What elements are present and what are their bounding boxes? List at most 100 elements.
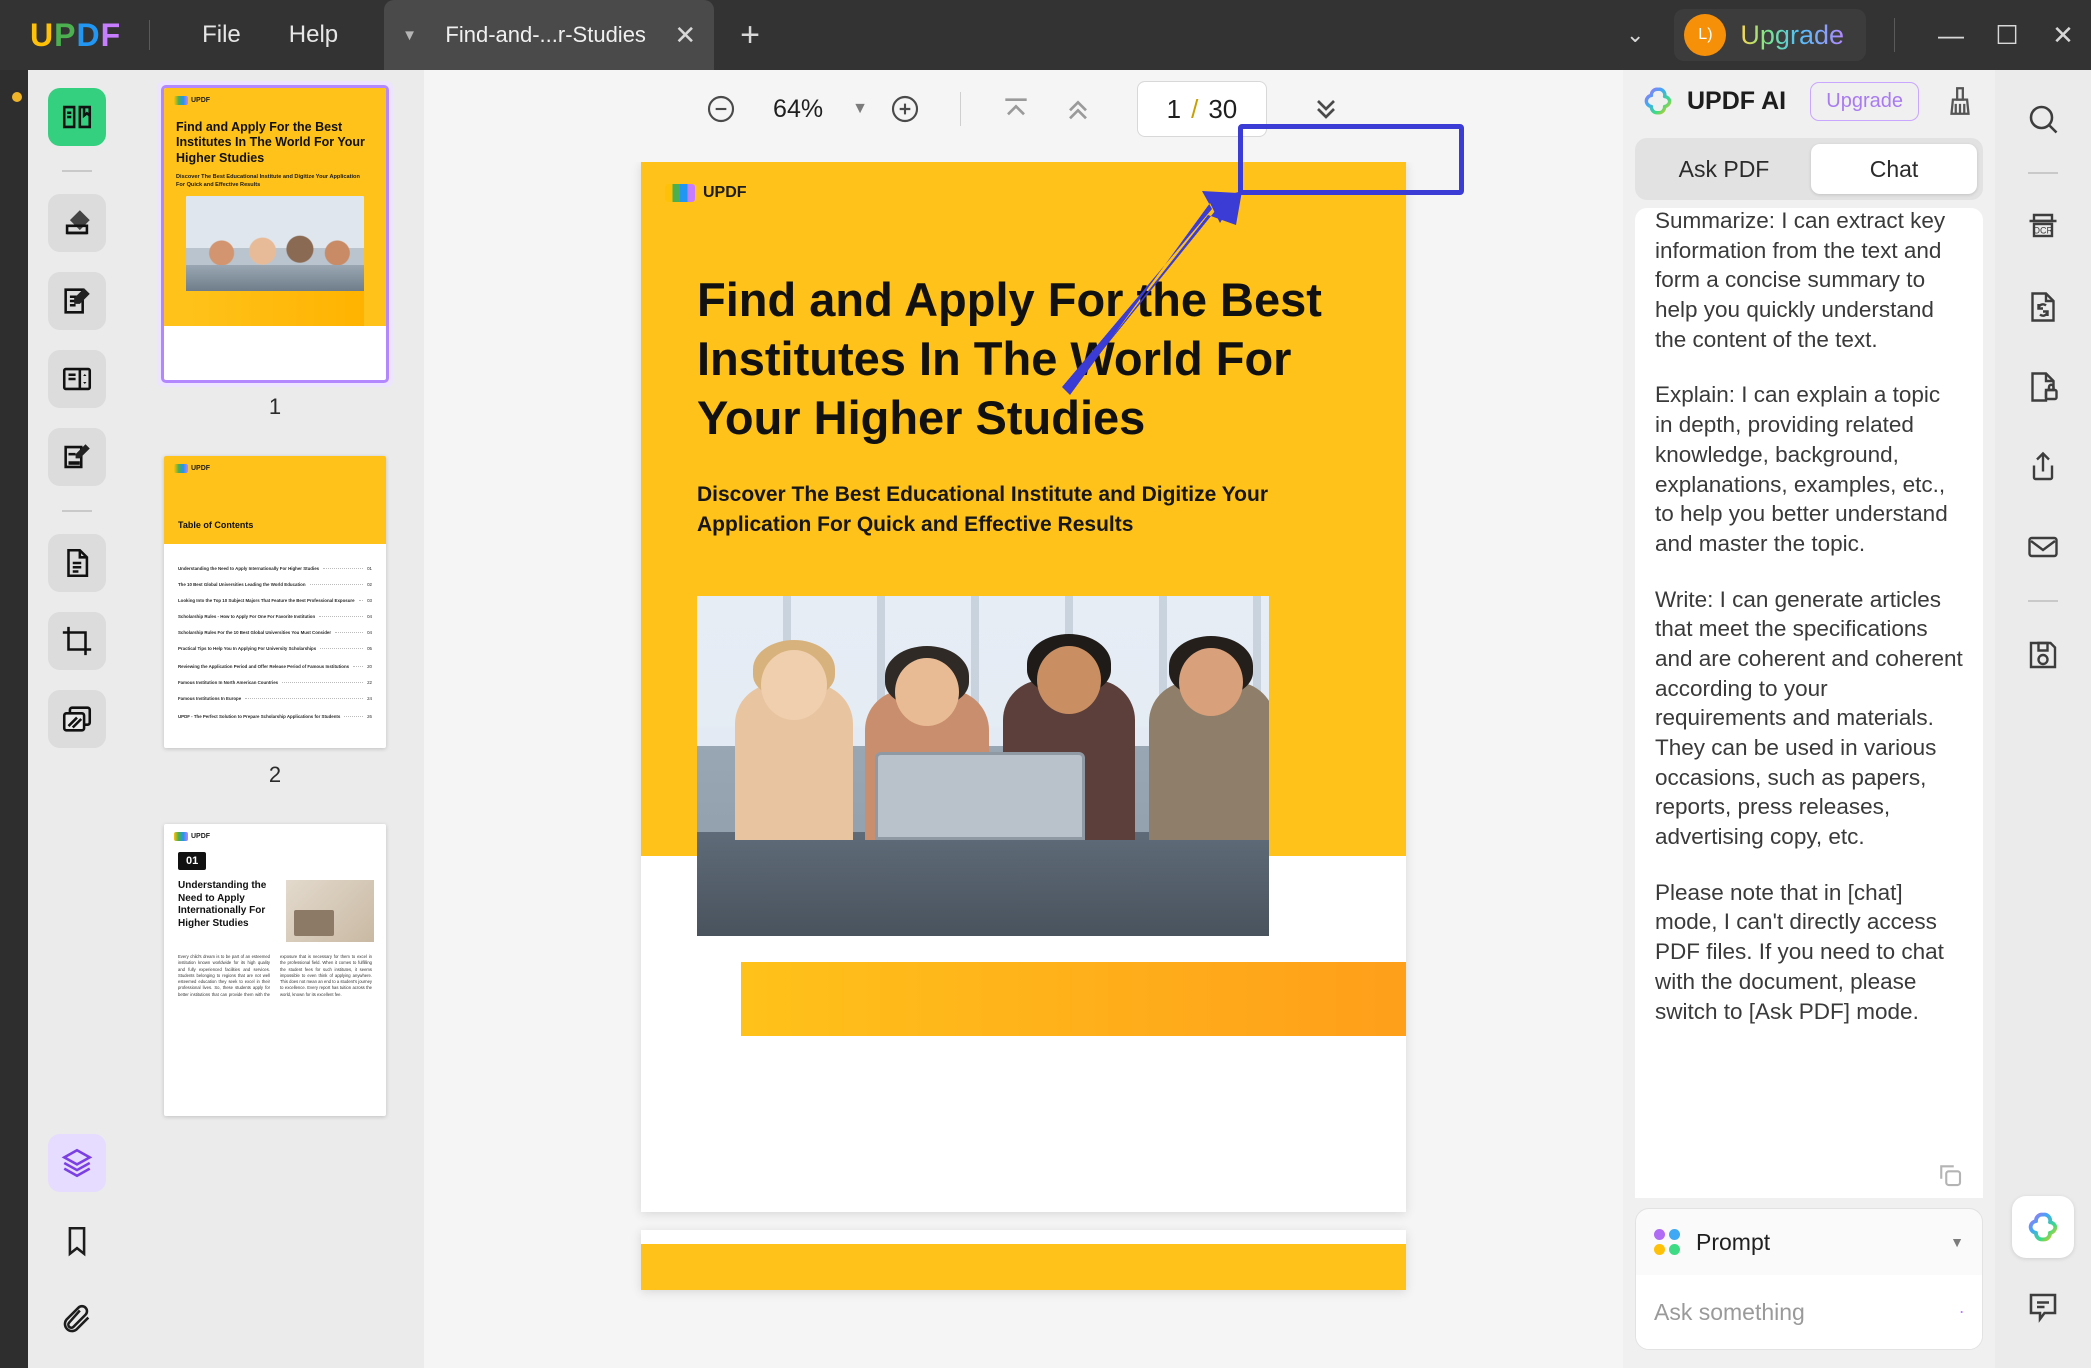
save-button[interactable] bbox=[2012, 624, 2074, 686]
close-window-icon[interactable]: ✕ bbox=[2035, 20, 2091, 51]
sidebar-item-edit-pdf[interactable] bbox=[48, 272, 106, 330]
share-button[interactable] bbox=[2012, 436, 2074, 498]
total-pages: 30 bbox=[1208, 93, 1238, 124]
prompt-selector[interactable]: Prompt ▼ bbox=[1636, 1209, 1982, 1275]
toc-text: Understanding the Need to Apply Internat… bbox=[178, 566, 320, 571]
thumbnail-number-1: 1 bbox=[268, 394, 282, 419]
document-area: 64% ▼ 1 / 30 UPDF Find and Apply For the… bbox=[424, 70, 1623, 1368]
document-tab[interactable]: ▼ Find-and-...r-Studies ✕ bbox=[384, 0, 715, 70]
prev-page-button[interactable] bbox=[1047, 78, 1109, 140]
toc-page: 24 bbox=[367, 696, 372, 701]
email-button[interactable] bbox=[2012, 516, 2074, 578]
ai-upgrade-button[interactable]: Upgrade bbox=[1810, 81, 1919, 121]
ai-panel: UPDF AI Upgrade Ask PDF Chat Summarize: … bbox=[1623, 70, 1995, 1368]
ai-input-area: Prompt ▼ bbox=[1635, 1208, 1983, 1350]
upgrade-button-label: Upgrade bbox=[1740, 19, 1844, 50]
menu-file[interactable]: File bbox=[178, 13, 265, 57]
caret-down-icon[interactable]: ▼ bbox=[852, 100, 868, 118]
tool-divider-2 bbox=[62, 510, 92, 512]
plus-icon[interactable]: + bbox=[740, 16, 760, 55]
ai-panel-title: UPDF AI bbox=[1687, 86, 1787, 115]
zoom-level[interactable]: 64% bbox=[752, 95, 844, 124]
sidebar-item-attachments[interactable] bbox=[48, 1290, 106, 1348]
ai-message-list[interactable]: Summarize: I can extract key information… bbox=[1635, 208, 1983, 1198]
broom-icon[interactable] bbox=[1943, 84, 1977, 118]
sidebar-item-reader[interactable] bbox=[48, 88, 106, 146]
current-page: 1 bbox=[1166, 93, 1182, 124]
zoom-out-button[interactable] bbox=[690, 78, 752, 140]
close-icon[interactable]: ✕ bbox=[674, 20, 696, 51]
pdf-page-1[interactable]: UPDF Find and Apply For the Best Institu… bbox=[641, 162, 1406, 1212]
thumb3-logo: UPDF bbox=[174, 832, 210, 841]
thumb1-logo-text: UPDF bbox=[191, 97, 211, 104]
ai-message: Write: I can generate articles that meet… bbox=[1655, 586, 1963, 850]
toc-dots bbox=[353, 666, 364, 667]
menu-help[interactable]: Help bbox=[265, 13, 362, 57]
ai-message: Please note that in [chat] mode, I can't… bbox=[1655, 879, 1944, 1024]
sidebar-item-fill-sign[interactable] bbox=[48, 428, 106, 486]
send-arrow-icon[interactable] bbox=[1960, 1295, 1964, 1329]
tab-chat[interactable]: Chat bbox=[1811, 144, 1977, 194]
first-page-button[interactable] bbox=[985, 78, 1047, 140]
minimize-icon[interactable]: — bbox=[1923, 20, 1979, 51]
sidebar-item-convert[interactable] bbox=[48, 534, 106, 592]
title-bar: UPDF File Help ▼ Find-and-...r-Studies ✕… bbox=[0, 0, 2091, 70]
titlebar-divider bbox=[149, 20, 151, 50]
ai-assistant-button[interactable] bbox=[2012, 1196, 2074, 1258]
sidebar-item-thumbnails[interactable] bbox=[48, 1134, 106, 1192]
sidebar-item-annotate[interactable] bbox=[48, 194, 106, 252]
left-tool-column bbox=[28, 70, 126, 1368]
toc-dots bbox=[309, 584, 364, 585]
sidebar-item-bookmarks[interactable] bbox=[48, 1212, 106, 1270]
envelope-icon bbox=[2028, 536, 2058, 558]
search-icon bbox=[2029, 105, 2058, 134]
copy-icon[interactable] bbox=[1935, 1160, 1965, 1190]
ask-row bbox=[1636, 1275, 1982, 1349]
ocr-button[interactable]: OCR bbox=[2012, 196, 2074, 258]
save-disk-icon bbox=[2029, 641, 2057, 669]
updf-ai-clover-icon bbox=[2028, 1212, 2058, 1242]
toc-row: Scholarship Rules For the 10 Best Global… bbox=[178, 630, 372, 635]
pdf-page-2-preview[interactable] bbox=[641, 1230, 1406, 1290]
next-page-button[interactable] bbox=[1295, 78, 1357, 140]
toc-page: 01 bbox=[367, 566, 372, 571]
convert-button[interactable] bbox=[2012, 276, 2074, 338]
photo-person bbox=[1149, 636, 1269, 840]
comment-button[interactable] bbox=[2012, 1276, 2074, 1338]
thumb2-title: Table of Contents bbox=[178, 520, 254, 530]
caret-down-icon[interactable]: ▼ bbox=[402, 27, 417, 44]
svg-text:OCR: OCR bbox=[2033, 226, 2054, 236]
chevron-down-icon[interactable]: ⌄ bbox=[1626, 22, 1644, 48]
ask-input[interactable] bbox=[1654, 1298, 1950, 1326]
toc-page: 26 bbox=[367, 714, 372, 719]
toc-row: Reviewing the Application Period and Off… bbox=[178, 664, 372, 669]
sidebar-item-organize[interactable] bbox=[48, 350, 106, 408]
thumb3-heading: Understanding the Need to Apply Internat… bbox=[178, 880, 267, 929]
rail-divider-2 bbox=[2028, 600, 2058, 602]
thumb1-subtitle: Discover The Best Educational Institute … bbox=[176, 174, 360, 189]
ai-message: Summarize: I can extract key information… bbox=[1655, 208, 1946, 352]
thumbnail-page-3[interactable]: UPDF 01 Understanding the Need to Apply … bbox=[164, 824, 386, 1116]
upgrade-button[interactable]: L) Upgrade bbox=[1674, 9, 1866, 61]
page-canvas[interactable]: UPDF Find and Apply For the Best Institu… bbox=[424, 162, 1623, 1368]
updf-logo: UPDF bbox=[30, 16, 122, 53]
sidebar-item-crop[interactable] bbox=[48, 612, 106, 670]
toc-page: 02 bbox=[367, 582, 372, 587]
caret-down-icon[interactable]: ▼ bbox=[1950, 1234, 1964, 1250]
logo-mark-icon bbox=[174, 96, 188, 105]
zoom-in-button[interactable] bbox=[874, 78, 936, 140]
tab-ask-pdf[interactable]: Ask PDF bbox=[1641, 144, 1807, 194]
toc-page: 05 bbox=[367, 646, 372, 651]
thumb1-heading: Find and Apply For the Best Institutes I… bbox=[176, 120, 365, 165]
page-indicator[interactable]: 1 / 30 bbox=[1136, 81, 1267, 137]
document-tab-title: Find-and-...r-Studies bbox=[445, 22, 646, 47]
sidebar-item-batch[interactable] bbox=[48, 690, 106, 748]
first-page-icon bbox=[1005, 98, 1027, 116]
thumbnail-page-1[interactable]: UPDF Find and Apply For the Best Institu… bbox=[161, 85, 389, 383]
protect-button[interactable] bbox=[2012, 356, 2074, 418]
thumbnail-page-2[interactable]: UPDF Table of Contents Understanding the… bbox=[164, 456, 386, 748]
search-button[interactable] bbox=[2012, 88, 2074, 150]
maximize-icon[interactable]: ☐ bbox=[1979, 20, 2035, 51]
window-controls-divider bbox=[1894, 18, 1895, 52]
thumbnail-panel[interactable]: UPDF Find and Apply For the Best Institu… bbox=[126, 70, 424, 1368]
